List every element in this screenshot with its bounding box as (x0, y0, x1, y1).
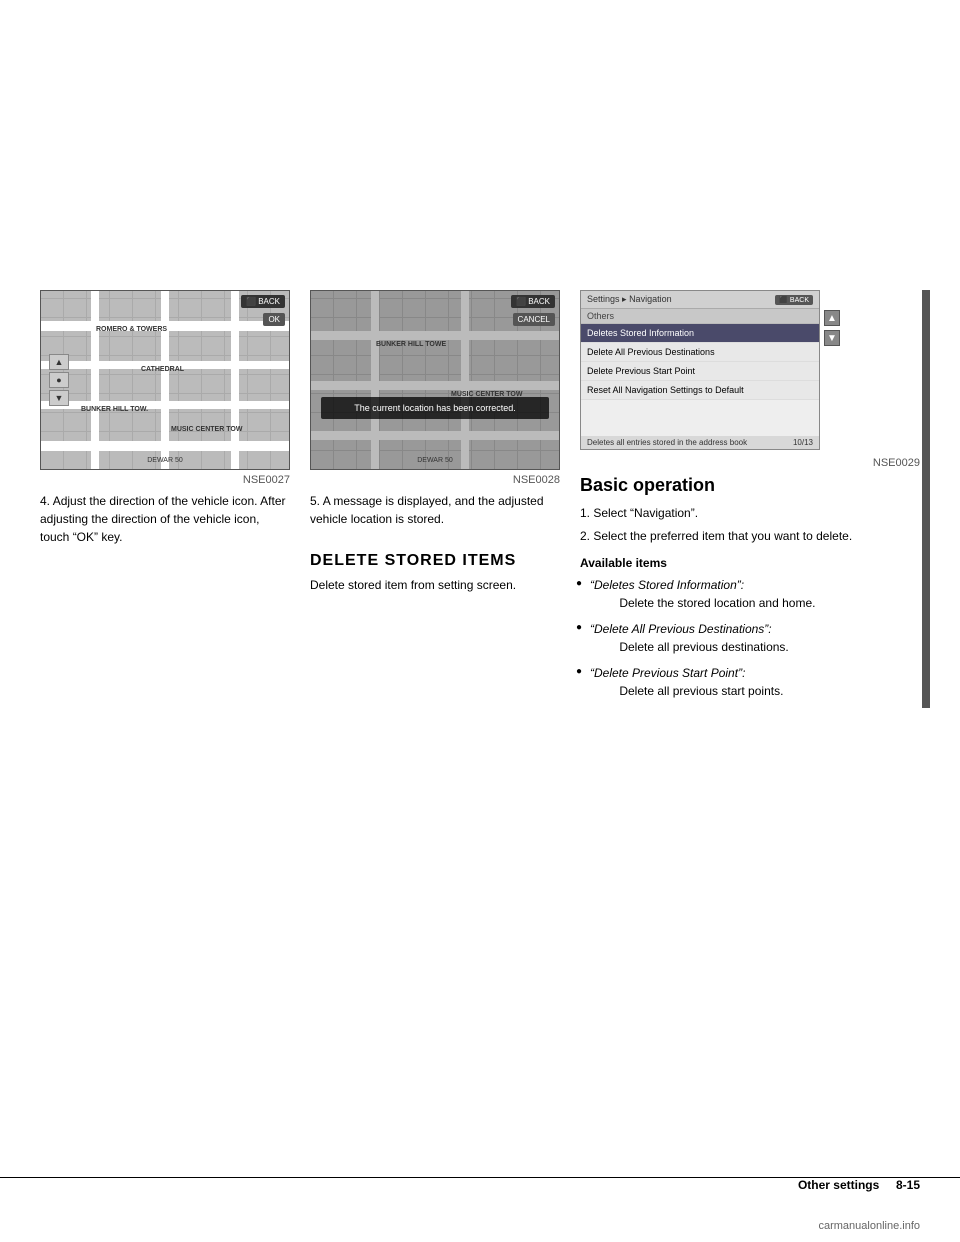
road2-v2 (461, 291, 469, 469)
nav-page-indicator: 10/13 (793, 438, 813, 447)
column-right: Settings ▸ Navigation ⬛ BACK Others Dele… (580, 290, 920, 708)
column-mid: BUNKER HILL TOWE MUSIC CENTER TOW The cu… (310, 290, 560, 602)
map-image-1: ROMERO & TOWERS CATHEDRAL BUNKER HILL TO… (41, 291, 289, 469)
step-5-body: A message is displayed, and the adjusted… (310, 494, 544, 526)
bullet-item-2-label: “Delete All Previous Destinations”: (590, 622, 772, 636)
map-ctrl-up[interactable]: ▲ (49, 354, 69, 370)
delete-heading: DELETE STORED ITEMS (310, 552, 560, 570)
footer-section-name: Other settings (798, 1178, 879, 1192)
road-v-2 (161, 291, 169, 469)
map2-label-1: BUNKER HILL TOWE (376, 341, 446, 348)
bullet-item-1-desc: Delete the stored location and home. (590, 596, 815, 610)
caption-3: NSE0029 (580, 457, 920, 469)
main-content: ROMERO & TOWERS CATHEDRAL BUNKER HILL TO… (40, 290, 920, 708)
back-button-2[interactable]: ⬛ BACK (511, 295, 555, 308)
ok-button[interactable]: OK (263, 313, 285, 326)
caption-1: NSE0027 (40, 474, 290, 486)
road-v-1 (91, 291, 99, 469)
road2-h1 (311, 331, 559, 340)
bullet-item-2-desc: Delete all previous destinations. (590, 640, 789, 654)
screenshot-1-container: ROMERO & TOWERS CATHEDRAL BUNKER HILL TO… (40, 290, 290, 470)
map-ctrl-dn[interactable]: ▼ (49, 390, 69, 406)
footer-section-label: Other settings 8-15 (798, 1178, 920, 1192)
nav-scroll-down[interactable]: ▼ (824, 330, 840, 346)
back-button-1[interactable]: ⬛ BACK (241, 295, 285, 308)
bullet-item-1-label: “Deletes Stored Information”: (590, 578, 744, 592)
road2-h2 (311, 381, 559, 390)
basic-op-step1: 1. Select “Navigation”. (580, 504, 920, 523)
road-v-3 (231, 291, 239, 469)
page-footer: Other settings 8-15 (0, 1177, 960, 1192)
road2-v1 (371, 291, 379, 469)
cancel-button-2[interactable]: CANCEL (513, 313, 555, 326)
page: ROMERO & TOWERS CATHEDRAL BUNKER HILL TO… (0, 0, 960, 1242)
step-4-body: Adjust the direction of the vehicle icon… (40, 494, 286, 544)
nav-item-0-label: Deletes Stored Information (587, 328, 694, 338)
step-4-number: 4. (40, 494, 50, 508)
nav-settings-label: Settings (587, 294, 620, 304)
nav-menu-wrapper: Settings ▸ Navigation ⬛ BACK Others Dele… (580, 290, 820, 450)
map-label-1: ROMERO & TOWERS (96, 326, 167, 333)
nav-item-2-label: Delete Previous Start Point (587, 366, 695, 376)
dewar-label-2: DEWAR 50 (417, 457, 453, 464)
basic-operation-section: Basic operation 1. Select “Navigation”. … (580, 475, 920, 700)
nav-header-title: Settings ▸ Navigation (587, 294, 672, 305)
nav-item-3-label: Reset All Navigation Settings to Default (587, 385, 744, 395)
footer-page-number: 8-15 (896, 1178, 920, 1192)
nav-item-2[interactable]: Delete Previous Start Point (581, 362, 819, 381)
step-5-number: 5. (310, 494, 320, 508)
bullet-item-3-label: “Delete Previous Start Point”: (590, 666, 745, 680)
nav-item-0[interactable]: Deletes Stored Information (581, 324, 819, 343)
dewar-label-1: DEWAR 50 (147, 457, 183, 464)
map-controls: ▲ ● ▼ (49, 354, 69, 406)
screenshot-2-container: BUNKER HILL TOWE MUSIC CENTER TOW The cu… (310, 290, 560, 470)
basic-op-step2: 2. Select the preferred item that you wa… (580, 527, 920, 546)
step-4-text: 4. Adjust the direction of the vehicle i… (40, 492, 290, 546)
available-items-heading: Available items (580, 556, 920, 570)
nav-item-1-label: Delete All Previous Destinations (587, 347, 715, 357)
caption-2: NSE0028 (310, 474, 560, 486)
nav-header: Settings ▸ Navigation ⬛ BACK (581, 291, 819, 309)
step-5-text: 5. A message is displayed, and the adjus… (310, 492, 560, 528)
map-image-2: BUNKER HILL TOWE MUSIC CENTER TOW The cu… (311, 291, 559, 469)
delete-section: DELETE STORED ITEMS Delete stored item f… (310, 552, 560, 594)
bullet-item-3: “Delete Previous Start Point”: Delete al… (580, 664, 920, 700)
location-corrected-message: The current location has been corrected. (321, 397, 549, 419)
map-label-2: CATHEDRAL (141, 366, 184, 373)
nav-item-1[interactable]: Delete All Previous Destinations (581, 343, 819, 362)
nav-footer-text: Deletes all entries stored in the addres… (587, 438, 747, 447)
nav-screenshot-area: Settings ▸ Navigation ⬛ BACK Others Dele… (580, 290, 920, 453)
map-label-3: BUNKER HILL TOW. (81, 406, 148, 413)
bullet-item-3-desc: Delete all previous start points. (590, 684, 783, 698)
nav-navigation-label: Navigation (629, 294, 672, 304)
nav-back-btn[interactable]: ⬛ BACK (775, 295, 813, 305)
bullet-item-2: “Delete All Previous Destinations”: Dele… (580, 620, 920, 656)
right-accent-bar (922, 290, 930, 708)
column-left: ROMERO & TOWERS CATHEDRAL BUNKER HILL TO… (40, 290, 290, 546)
columns-layout: ROMERO & TOWERS CATHEDRAL BUNKER HILL TO… (40, 290, 920, 708)
screenshot-2: BUNKER HILL TOWE MUSIC CENTER TOW The cu… (310, 290, 560, 470)
nav-others-label: Others (581, 309, 819, 324)
nav-scroll-controls: ▲ ▼ (824, 310, 840, 346)
map-ctrl-mid[interactable]: ● (49, 372, 69, 388)
watermark: carmanualonline.info (818, 1220, 920, 1232)
map-label-4: MUSIC CENTER TOW (171, 426, 242, 433)
bullet-item-1: “Deletes Stored Information”: Delete the… (580, 576, 920, 612)
nav-scroll-up[interactable]: ▲ (824, 310, 840, 326)
delete-subtext: Delete stored item from setting screen. (310, 576, 560, 594)
nav-screenshot: Settings ▸ Navigation ⬛ BACK Others Dele… (580, 290, 820, 450)
screenshot-1: ROMERO & TOWERS CATHEDRAL BUNKER HILL TO… (40, 290, 290, 470)
basic-op-heading: Basic operation (580, 475, 920, 496)
nav-item-3[interactable]: Reset All Navigation Settings to Default (581, 381, 819, 400)
nav-footer: Deletes all entries stored in the addres… (581, 436, 819, 449)
road2-h3 (311, 431, 559, 440)
